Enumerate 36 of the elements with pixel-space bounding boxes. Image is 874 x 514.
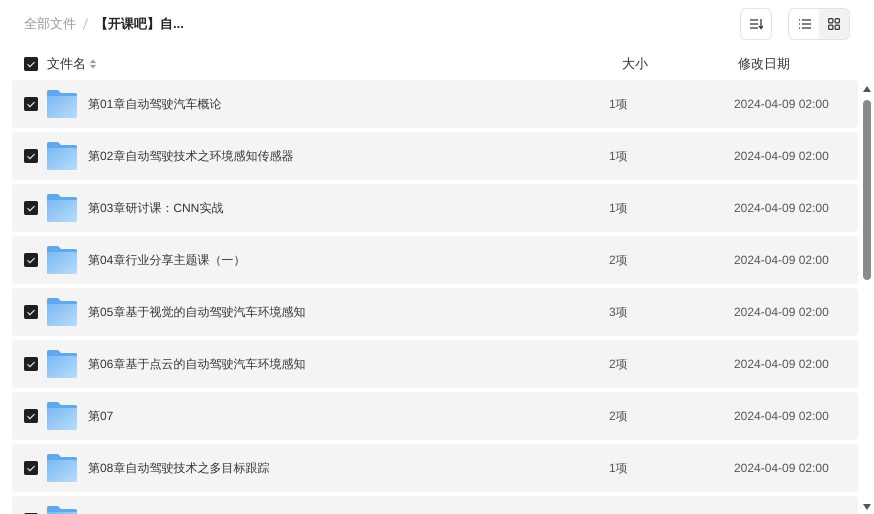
file-row[interactable]: 第04章行业分享主题课（一） 2项 2024-04-09 02:00 bbox=[12, 236, 858, 284]
file-name[interactable]: 第01章自动驾驶汽车概论 bbox=[88, 96, 222, 110]
file-row[interactable]: 第07 2项 2024-04-09 02:00 bbox=[12, 392, 858, 440]
file-row[interactable]: 第03章研讨课：CNN实战 1项 2024-04-09 02:00 bbox=[12, 184, 858, 232]
column-header[interactable]: 文件名 bbox=[47, 55, 86, 73]
column-header[interactable]: 修改日期 bbox=[738, 55, 790, 73]
file-name[interactable]: 第02章自动驾驶技术之环境感知传感器 bbox=[88, 148, 294, 162]
file-name[interactable]: 第05章基于视觉的自动驾驶汽车环境感知 bbox=[88, 304, 306, 318]
item-count: 1项 bbox=[609, 148, 628, 162]
file-row[interactable]: 第08章自动驾驶技术之多目标跟踪 1项 2024-04-09 02:00 bbox=[12, 444, 858, 492]
modified-date: 2024-04-09 02:00 bbox=[734, 253, 829, 267]
file-name[interactable]: 第03章研讨课：CNN实战 bbox=[88, 200, 224, 214]
modified-date: 2024-04-09 02:00 bbox=[734, 357, 829, 371]
item-count: 2项 bbox=[609, 252, 628, 266]
item-count: 1项 bbox=[609, 200, 628, 214]
modified-date: 2024-04-09 02:00 bbox=[734, 409, 829, 423]
item-count: 3项 bbox=[609, 304, 628, 318]
breadcrumb-link[interactable]: 【开课吧】自... bbox=[95, 15, 184, 33]
column-header[interactable]: 大小 bbox=[622, 55, 648, 73]
modified-date: 2024-04-09 02:00 bbox=[734, 305, 829, 319]
file-row[interactable]: 第02章自动驾驶技术之环境感知传感器 1项 2024-04-09 02:00 bbox=[12, 132, 858, 180]
file-row[interactable]: 第01章自动驾驶汽车概论 1项 2024-04-09 02:00 bbox=[12, 80, 858, 128]
item-count: 1项 bbox=[609, 96, 628, 110]
modified-date: 2024-04-09 02:00 bbox=[734, 97, 829, 111]
file-name[interactable]: 第06章基于点云的自动驾驶汽车环境感知 bbox=[88, 356, 306, 370]
modified-date: 2024-04-09 02:00 bbox=[734, 149, 829, 163]
modified-date: 2024-04-09 02:00 bbox=[734, 201, 829, 215]
file-name[interactable]: 第04章行业分享主题课（一） bbox=[88, 252, 246, 266]
file-name[interactable]: 第07 bbox=[88, 408, 114, 422]
item-count: 2项 bbox=[609, 408, 628, 422]
modified-date: 2024-04-09 02:00 bbox=[734, 461, 829, 475]
item-count: 2项 bbox=[609, 356, 628, 370]
file-name[interactable]: 第08章自动驾驶技术之多目标跟踪 bbox=[88, 460, 270, 474]
file-row[interactable]: 第05章基于视觉的自动驾驶汽车环境感知 3项 2024-04-09 02:00 bbox=[12, 288, 858, 336]
file-row[interactable]: 第06章基于点云的自动驾驶汽车环境感知 2项 2024-04-09 02:00 bbox=[12, 340, 858, 388]
item-count: 1项 bbox=[609, 460, 628, 474]
